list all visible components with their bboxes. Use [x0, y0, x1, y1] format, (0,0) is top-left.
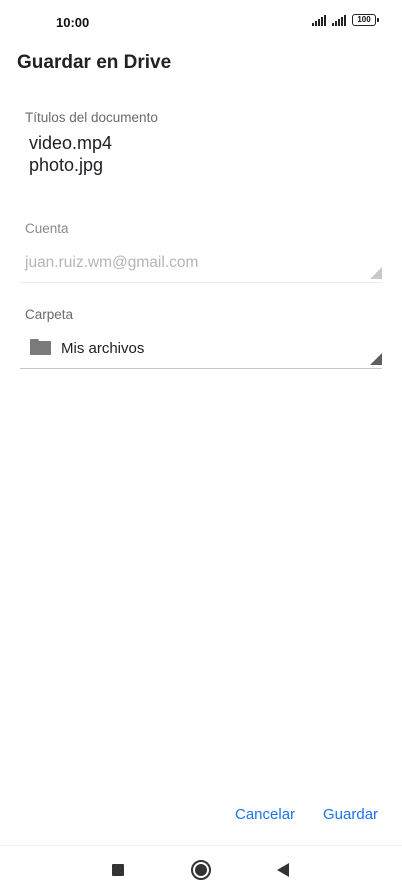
account-value: juan.ruiz.wm@gmail.com — [25, 254, 199, 271]
folder-label: Carpeta — [25, 307, 74, 322]
dropdown-arrow-icon — [370, 267, 382, 279]
document-list[interactable]: video.mp4 photo.jpg — [29, 132, 112, 176]
save-button[interactable]: Guardar — [323, 806, 378, 823]
battery-icon: 100 — [352, 14, 379, 26]
back-icon[interactable] — [277, 863, 289, 877]
folder-value: Mis archivos — [61, 340, 145, 357]
signal-icon — [312, 14, 326, 26]
account-dropdown[interactable]: juan.ruiz.wm@gmail.com — [20, 250, 382, 283]
dropdown-arrow-icon — [370, 353, 382, 365]
cancel-button[interactable]: Cancelar — [235, 806, 295, 823]
document-item[interactable]: photo.jpg — [29, 154, 112, 176]
status-bar: 10:00 100 — [0, 0, 402, 44]
recents-icon[interactable] — [112, 864, 124, 876]
navigation-bar — [0, 845, 402, 893]
folder-icon — [30, 339, 51, 355]
document-titles-label: Títulos del documento — [25, 110, 158, 125]
status-time: 10:00 — [56, 15, 90, 30]
signal-icon-2 — [332, 14, 346, 26]
account-label: Cuenta — [25, 221, 69, 236]
page-title: Guardar en Drive — [17, 52, 172, 73]
home-icon[interactable] — [191, 860, 211, 880]
folder-dropdown[interactable]: Mis archivos — [20, 334, 382, 369]
document-item[interactable]: video.mp4 — [29, 132, 112, 154]
save-to-drive-screen: 10:00 100 Guardar en Drive Títulos del d… — [0, 0, 402, 893]
status-icons: 100 — [312, 14, 379, 26]
